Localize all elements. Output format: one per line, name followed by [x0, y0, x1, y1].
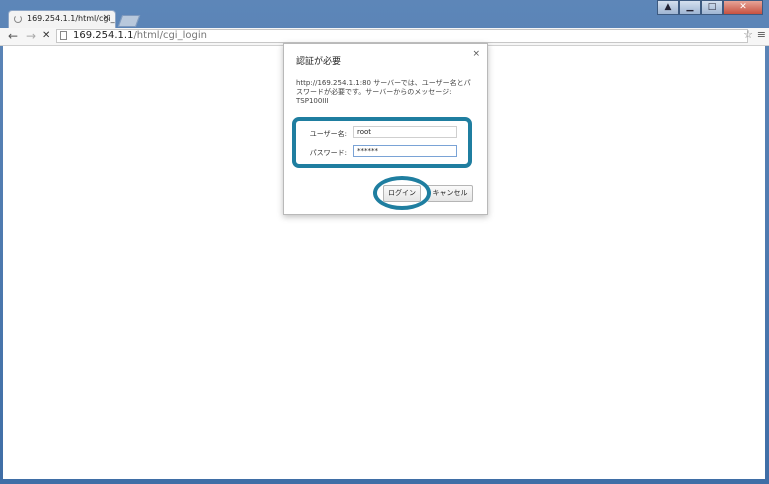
- fields-highlight: [292, 117, 472, 168]
- title-bar: 169.254.1.1/html/cgi_ × ▲ ▁ □ ✕: [0, 0, 769, 28]
- maximize-button[interactable]: □: [701, 0, 723, 15]
- browser-tab[interactable]: 169.254.1.1/html/cgi_ ×: [8, 10, 116, 28]
- stop-icon[interactable]: ✕: [42, 29, 50, 43]
- forward-arrow-icon[interactable]: →: [26, 29, 36, 43]
- window-extra-icon[interactable]: ▲: [657, 0, 679, 15]
- bookmark-star-icon[interactable]: ☆: [743, 28, 753, 41]
- close-window-button[interactable]: ✕: [723, 0, 763, 15]
- browser-window: 169.254.1.1/html/cgi_ × ▲ ▁ □ ✕ ← → ✕ 16…: [0, 0, 769, 484]
- new-tab-button[interactable]: [117, 15, 141, 27]
- url-host: 169.254.1.1: [73, 30, 134, 41]
- auth-dialog: 認証が必要 × http://169.254.1.1:80 サーバーでは、ユーザ…: [283, 43, 488, 215]
- menu-icon[interactable]: ≡: [757, 28, 766, 41]
- back-arrow-icon[interactable]: ←: [8, 29, 18, 43]
- login-highlight: [373, 176, 431, 210]
- cancel-button[interactable]: キャンセル: [427, 185, 473, 202]
- window-controls: ▲ ▁ □ ✕: [657, 0, 763, 16]
- dialog-title: 認証が必要: [296, 57, 342, 67]
- url-path: /html/cgi_login: [133, 30, 207, 41]
- loading-spinner-icon: [14, 15, 22, 23]
- minimize-button[interactable]: ▁: [679, 0, 701, 15]
- page-icon: [60, 31, 67, 40]
- dialog-message: http://169.254.1.1:80 サーバーでは、ユーザー名とパスワード…: [296, 79, 471, 105]
- tab-close-icon[interactable]: ×: [102, 13, 110, 23]
- dialog-close-icon[interactable]: ×: [472, 49, 480, 59]
- address-bar[interactable]: 169.254.1.1/html/cgi_login: [56, 29, 748, 43]
